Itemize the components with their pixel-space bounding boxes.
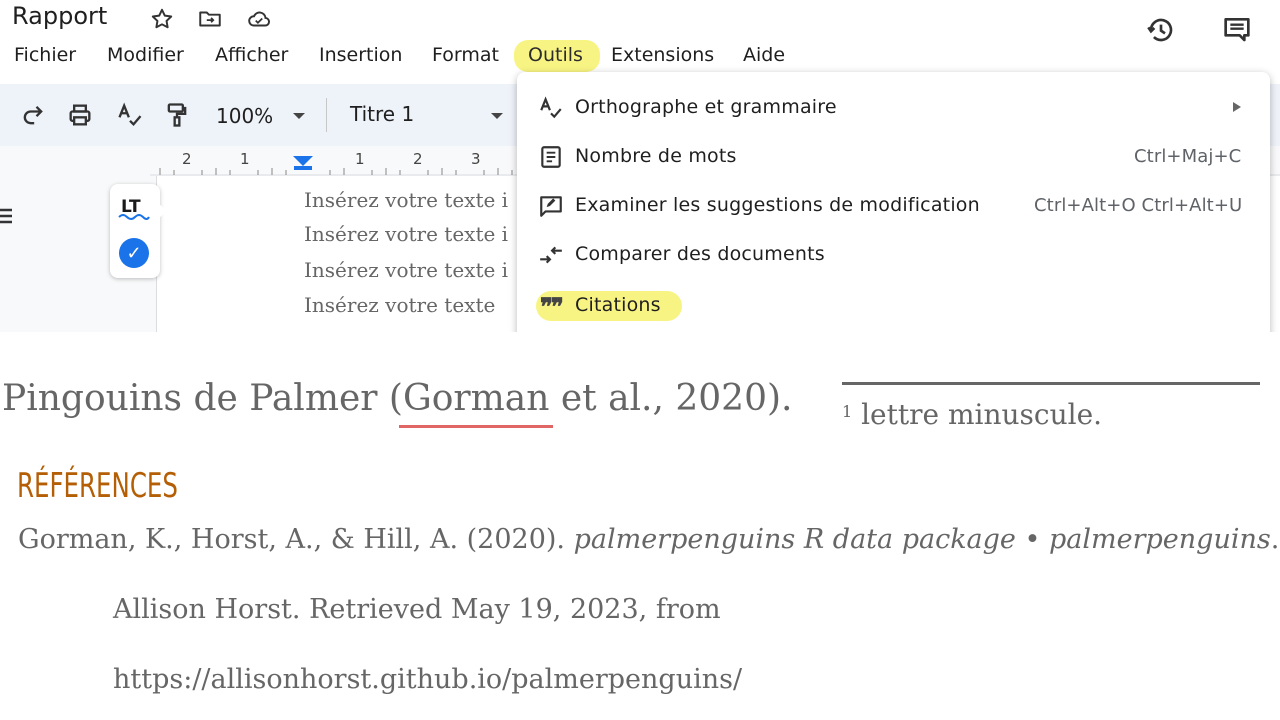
- ruler-label: 3: [471, 150, 481, 168]
- reference-line: Gorman, K., Horst, A., & Hill, A. (2020)…: [18, 524, 1279, 555]
- menu-insert[interactable]: Insertion: [319, 44, 402, 66]
- cloud-saved-icon[interactable]: [246, 6, 272, 32]
- body-sentence: Pingouins de Palmer (Gorman et al., 2020…: [2, 378, 792, 419]
- reference-punct: .: [1270, 524, 1280, 555]
- footnote-text: lettre minuscule.: [852, 398, 1103, 431]
- shortcut-label: Ctrl+Alt+O Ctrl+Alt+U: [1034, 195, 1243, 216]
- check-icon[interactable]: ✓: [119, 238, 149, 268]
- menu-item-word-count[interactable]: Nombre de mots: [575, 145, 737, 167]
- toolbar-separator: [326, 98, 327, 132]
- menu-item-spelling-grammar[interactable]: Orthographe et grammaire: [575, 96, 837, 118]
- menu-item-review-edits[interactable]: Examiner les suggestions de modification: [575, 194, 980, 216]
- shortcut-label: Ctrl+Maj+C: [1134, 146, 1242, 167]
- outline-icon[interactable]: [0, 205, 14, 227]
- review-edits-icon: [540, 196, 562, 217]
- document-line: Insérez votre texte: [304, 293, 496, 317]
- chevron-down-icon[interactable]: [491, 113, 503, 119]
- comments-icon[interactable]: [1221, 14, 1253, 46]
- sentence-text: et al., 2020).: [549, 378, 793, 419]
- indent-marker[interactable]: [293, 156, 313, 166]
- document-line: Insérez votre texte i: [304, 188, 509, 212]
- ruler-label: 2: [413, 150, 423, 168]
- paint-format-icon[interactable]: [163, 101, 191, 129]
- ruler-label: 2: [182, 150, 192, 168]
- document-title[interactable]: Rapport: [12, 2, 107, 30]
- submenu-arrow-icon: [1233, 102, 1241, 112]
- zoom-select[interactable]: 100%: [216, 104, 273, 128]
- move-folder-icon[interactable]: [197, 6, 223, 32]
- misspelled-word[interactable]: Gorman: [403, 378, 549, 419]
- chevron-down-icon[interactable]: [293, 113, 305, 119]
- reference-line: Allison Horst. Retrieved May 19, 2023, f…: [113, 594, 721, 625]
- menu-file[interactable]: Fichier: [14, 44, 76, 66]
- menu-edit[interactable]: Modifier: [107, 44, 184, 66]
- first-line-indent-marker[interactable]: [294, 166, 312, 170]
- reference-url[interactable]: https://allisonhorst.github.io/palmerpen…: [113, 664, 742, 695]
- word-count-icon: [541, 146, 561, 168]
- references-heading: RÉFÉRENCES: [17, 466, 178, 506]
- ruler-label: 1: [355, 150, 365, 168]
- paragraph-style-select[interactable]: Titre 1: [350, 102, 414, 126]
- document-line: Insérez votre texte i: [304, 258, 509, 282]
- star-icon[interactable]: [149, 6, 175, 32]
- redo-icon[interactable]: [19, 101, 47, 129]
- reference-title: palmerpenguins R data package • palmerpe…: [573, 524, 1271, 555]
- footnote: 1 lettre minuscule.: [842, 398, 1102, 431]
- document-line: Insérez votre texte i: [304, 222, 509, 246]
- menu-help[interactable]: Aide: [743, 44, 785, 66]
- menu-tools[interactable]: Outils: [528, 44, 583, 66]
- reference-authors: Gorman, K., Horst, A., & Hill, A. (2020)…: [18, 524, 574, 555]
- version-history-icon[interactable]: [1145, 14, 1177, 46]
- menu-format[interactable]: Format: [432, 44, 499, 66]
- footnote-number: 1: [842, 402, 853, 421]
- menu-item-citations[interactable]: Citations: [575, 294, 661, 316]
- spelling-underline: [399, 425, 553, 428]
- widget-pointer: [159, 204, 167, 218]
- compare-icon: [540, 246, 562, 264]
- spellcheck-icon: [540, 96, 562, 119]
- footnote-separator: [842, 382, 1260, 385]
- spellcheck-icon[interactable]: [116, 101, 144, 129]
- wave-icon: [118, 214, 150, 220]
- menu-extensions[interactable]: Extensions: [611, 44, 714, 66]
- quote-icon: ❞❞: [540, 292, 564, 321]
- docs-editor-screenshot: Rapport Fichier Modifier Afficher Insert…: [0, 0, 1280, 332]
- print-icon[interactable]: [66, 101, 94, 129]
- ruler-label: 1: [240, 150, 250, 168]
- menu-view[interactable]: Afficher: [215, 44, 288, 66]
- menu-item-compare-documents[interactable]: Comparer des documents: [575, 243, 825, 265]
- sentence-text: Pingouins de Palmer (: [2, 378, 403, 419]
